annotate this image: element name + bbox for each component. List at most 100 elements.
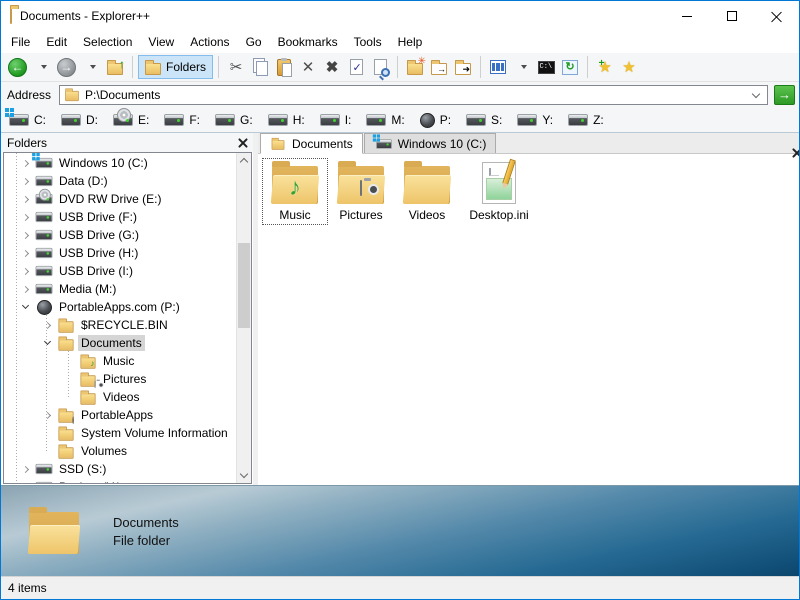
up-button[interactable]: ↑ bbox=[103, 55, 127, 79]
back-dropdown[interactable] bbox=[30, 55, 54, 79]
chevron-right-icon[interactable] bbox=[40, 413, 54, 418]
folders-panel-close-icon[interactable] bbox=[238, 138, 247, 147]
properties-button[interactable] bbox=[344, 55, 368, 79]
tree-item-usb-i[interactable]: USB Drive (I:) bbox=[4, 262, 236, 280]
tree-item-portableapps-folder[interactable]: PortableApps bbox=[4, 406, 236, 424]
move-to-folder-button[interactable]: ➜ bbox=[451, 55, 475, 79]
tree-item-documents[interactable]: Documents bbox=[4, 334, 236, 352]
copy-button[interactable] bbox=[248, 55, 272, 79]
drive-e[interactable]: E: bbox=[113, 113, 149, 127]
menu-bookmarks[interactable]: Bookmarks bbox=[270, 32, 346, 52]
chevron-right-icon[interactable] bbox=[18, 233, 32, 238]
drive-f[interactable]: F: bbox=[164, 113, 200, 127]
scrollbar-track[interactable] bbox=[237, 168, 251, 468]
menu-file[interactable]: File bbox=[3, 32, 38, 52]
chevron-right-icon[interactable] bbox=[18, 251, 32, 256]
minimize-button[interactable] bbox=[664, 1, 709, 31]
tree-item-data-d[interactable]: Data (D:) bbox=[4, 172, 236, 190]
address-input[interactable] bbox=[85, 87, 748, 103]
tree-item-backup-y[interactable]: Backup (Y:) bbox=[4, 478, 236, 483]
tree-item-usb-h[interactable]: USB Drive (H:) bbox=[4, 244, 236, 262]
delete-button[interactable]: ✕ bbox=[296, 55, 320, 79]
chevron-right-icon[interactable] bbox=[18, 215, 32, 220]
tab-windows-10-c[interactable]: Windows 10 (C:) bbox=[364, 133, 497, 153]
scrollbar-thumb[interactable] bbox=[238, 243, 250, 328]
delete-permanently-button[interactable]: ✖ bbox=[320, 55, 344, 79]
chevron-down-icon[interactable] bbox=[18, 306, 32, 308]
cut-button[interactable]: ✂ bbox=[224, 55, 248, 79]
scroll-up-icon[interactable] bbox=[237, 153, 251, 168]
tree-item-system-volume-information[interactable]: System Volume Information bbox=[4, 424, 236, 442]
add-bookmark-button[interactable]: ★+ bbox=[593, 55, 617, 79]
tree-item-usb-g[interactable]: USB Drive (G:) bbox=[4, 226, 236, 244]
file-list[interactable]: ♪ Music Pictures Videos Desktop.ini bbox=[258, 154, 799, 485]
tree-item-dvd-e[interactable]: DVD RW Drive (E:) bbox=[4, 190, 236, 208]
properties-icon bbox=[350, 59, 363, 75]
forward-button[interactable]: → bbox=[54, 55, 79, 79]
tree-item-windows-10-c[interactable]: Windows 10 (C:) bbox=[4, 154, 236, 172]
tree-scrollbar[interactable] bbox=[236, 153, 251, 483]
menu-go[interactable]: Go bbox=[238, 32, 270, 52]
drive-c[interactable]: C: bbox=[9, 113, 46, 127]
titlebar[interactable]: Documents - Explorer++ bbox=[1, 1, 799, 31]
scroll-down-icon[interactable] bbox=[237, 468, 251, 483]
tree-item-volumes[interactable]: Volumes bbox=[4, 442, 236, 460]
tree-item-pictures[interactable]: Pictures bbox=[4, 370, 236, 388]
folders-toggle-button[interactable]: Folders bbox=[138, 55, 213, 79]
drive-d[interactable]: D: bbox=[61, 113, 98, 127]
menu-actions[interactable]: Actions bbox=[182, 32, 237, 52]
forward-dropdown[interactable] bbox=[79, 55, 103, 79]
file-item-videos[interactable]: Videos bbox=[394, 158, 460, 225]
tab-documents[interactable]: Documents bbox=[260, 133, 363, 154]
go-button[interactable]: → bbox=[774, 85, 795, 105]
drive-z[interactable]: Z: bbox=[568, 113, 604, 127]
portableapps-drive-icon bbox=[37, 300, 52, 315]
copy-to-folder-button[interactable]: → bbox=[427, 55, 451, 79]
drive-g[interactable]: G: bbox=[215, 113, 253, 127]
drive-y[interactable]: Y: bbox=[517, 113, 553, 127]
drive-i[interactable]: I: bbox=[320, 113, 352, 127]
chevron-right-icon[interactable] bbox=[18, 287, 32, 292]
address-dropdown-icon[interactable] bbox=[752, 90, 760, 98]
new-folder-button[interactable]: ✳ bbox=[403, 55, 427, 79]
tree-item-usb-f[interactable]: USB Drive (F:) bbox=[4, 208, 236, 226]
views-dropdown[interactable] bbox=[510, 55, 534, 79]
file-name: Desktop.ini bbox=[469, 208, 528, 222]
menu-tools[interactable]: Tools bbox=[346, 32, 390, 52]
search-button[interactable] bbox=[368, 55, 392, 79]
address-field[interactable] bbox=[59, 85, 768, 105]
tree-item-recycle-bin[interactable]: $RECYCLE.BIN bbox=[4, 316, 236, 334]
chevron-right-icon[interactable] bbox=[18, 179, 32, 184]
drive-m[interactable]: M: bbox=[366, 113, 404, 127]
file-item-music[interactable]: ♪ Music bbox=[262, 158, 328, 225]
chevron-right-icon[interactable] bbox=[18, 467, 32, 472]
tree-item-media-m[interactable]: Media (M:) bbox=[4, 280, 236, 298]
command-prompt-button[interactable]: C:\ bbox=[534, 55, 558, 79]
drive-p[interactable]: P: bbox=[420, 113, 451, 128]
file-item-desktop-ini[interactable]: Desktop.ini bbox=[460, 158, 538, 225]
maximize-button[interactable] bbox=[709, 1, 754, 31]
file-item-pictures[interactable]: Pictures bbox=[328, 158, 394, 225]
drive-s[interactable]: S: bbox=[466, 113, 502, 127]
tree-item-music[interactable]: ♪Music bbox=[4, 352, 236, 370]
menu-edit[interactable]: Edit bbox=[38, 32, 75, 52]
toolbar-separator bbox=[218, 56, 219, 78]
back-button[interactable]: ← bbox=[5, 55, 30, 79]
tree-item-portableapps-p[interactable]: PortableApps.com (P:) bbox=[4, 298, 236, 316]
chevron-right-icon[interactable] bbox=[40, 323, 54, 328]
views-button[interactable] bbox=[486, 55, 510, 79]
tree-item-ssd-s[interactable]: SSD (S:) bbox=[4, 460, 236, 478]
chevron-right-icon[interactable] bbox=[18, 269, 32, 274]
refresh-button[interactable]: ↻ bbox=[558, 55, 582, 79]
chevron-down-icon[interactable] bbox=[40, 342, 54, 344]
close-button[interactable] bbox=[754, 1, 799, 31]
menu-help[interactable]: Help bbox=[390, 32, 431, 52]
tree-item-videos[interactable]: Videos bbox=[4, 388, 236, 406]
bookmarks-button[interactable]: ★ bbox=[617, 55, 641, 79]
chevron-right-icon[interactable] bbox=[18, 161, 32, 166]
chevron-right-icon[interactable] bbox=[18, 197, 32, 202]
drive-h[interactable]: H: bbox=[268, 113, 305, 127]
menu-view[interactable]: View bbox=[140, 32, 182, 52]
menu-selection[interactable]: Selection bbox=[75, 32, 140, 52]
paste-button[interactable] bbox=[272, 55, 296, 79]
